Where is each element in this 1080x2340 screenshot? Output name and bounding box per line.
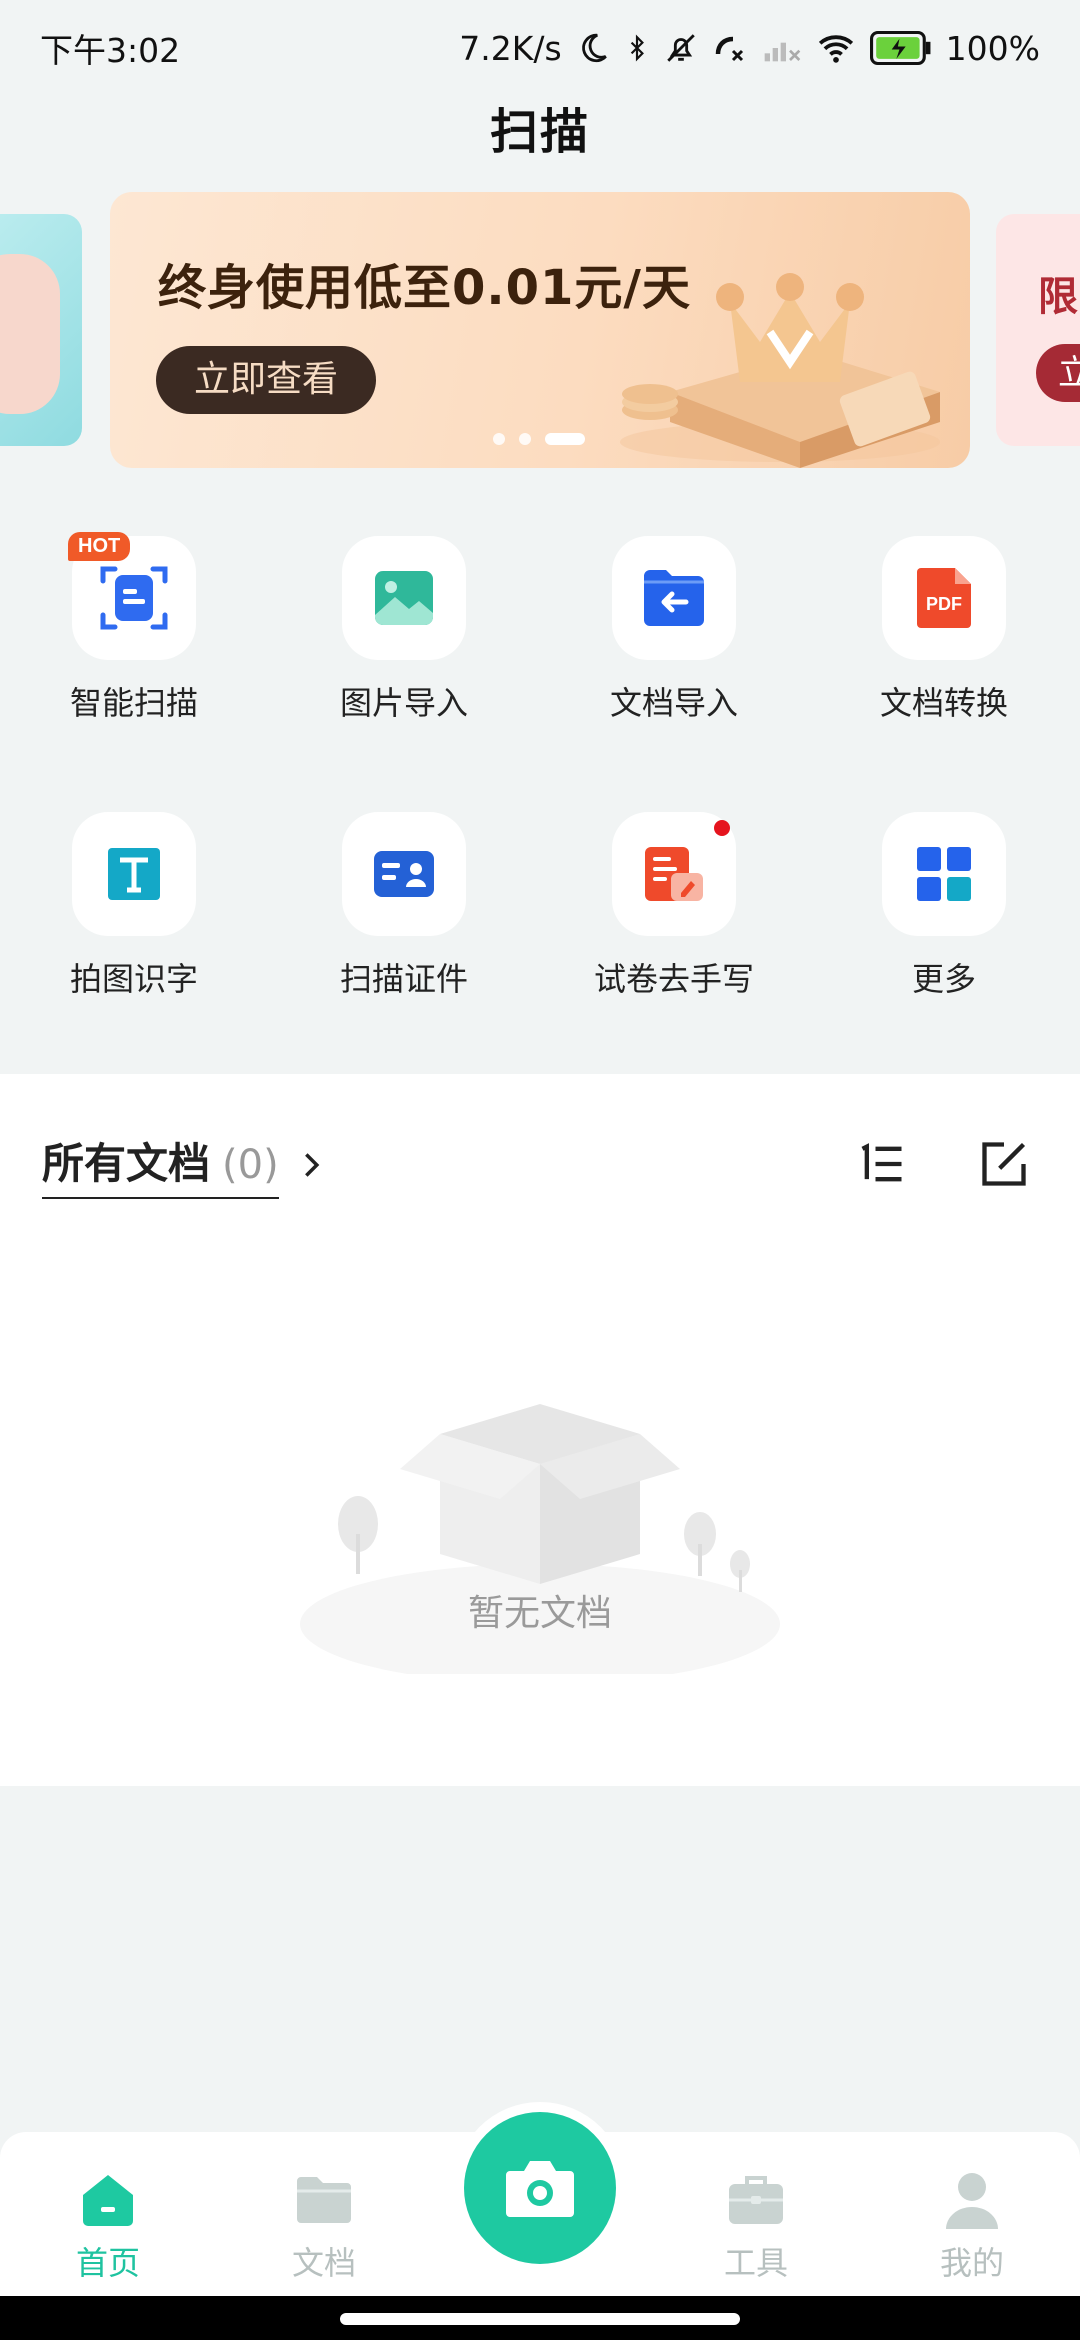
feature-tile[interactable]: PDF (882, 536, 1006, 660)
feature-smart-scan[interactable]: HOT 智能扫描 (34, 532, 234, 724)
carousel-indicator (493, 433, 585, 445)
id-scan-icon (374, 851, 434, 897)
svg-text:PDF: PDF (926, 594, 962, 614)
banner-prev-slide[interactable] (0, 214, 82, 446)
camera-button-container (454, 2102, 626, 2274)
document-import-icon (644, 570, 704, 626)
edit-icon[interactable] (978, 1138, 1030, 1190)
page-title: 扫描 (489, 104, 590, 160)
feature-label: 图片导入 (339, 684, 468, 722)
feature-more[interactable]: 更多 (844, 812, 1044, 1000)
erase-handwriting-icon (645, 847, 703, 901)
next-slide-button: 立 (1036, 344, 1080, 402)
hand-illustration (0, 254, 60, 414)
toolbox-icon (724, 2168, 788, 2232)
battery-icon (869, 28, 932, 68)
next-slide-text: 限 (1038, 274, 1078, 320)
nav-documents[interactable]: 文档 (254, 2168, 394, 2284)
status-bar: 下午3:02 7.2K/s 100% (0, 0, 1080, 96)
nav-home[interactable]: 首页 (38, 2168, 178, 2284)
all-documents-link[interactable]: 所有文档 (0) (42, 1130, 325, 1199)
feature-tile[interactable] (612, 812, 736, 936)
carousel-dot (519, 433, 531, 445)
feature-label: 试卷去手写 (593, 960, 754, 998)
profile-icon (940, 2168, 1004, 2232)
nav-tools[interactable]: 工具 (686, 2168, 826, 2284)
vip-crown-illustration (620, 273, 940, 468)
feature-id-scan[interactable]: 扫描证件 (304, 812, 504, 1000)
signal-icon (762, 28, 802, 68)
feature-tile[interactable] (882, 812, 1006, 936)
feature-tile[interactable]: HOT (68, 532, 196, 660)
text-recognition-icon (108, 848, 160, 900)
feature-tile[interactable] (342, 812, 466, 936)
feature-label: 拍图识字 (69, 960, 198, 998)
feature-label: 扫描证件 (339, 960, 468, 998)
chevron-right-icon (304, 1152, 319, 1177)
hot-badge: HOT (68, 532, 131, 561)
carousel-dot (493, 433, 505, 445)
documents-section: 所有文档 (0) 暂无文档 (0, 1074, 1080, 1786)
network-speed: 7.2K/s (459, 28, 562, 68)
nav-label: 文档 (291, 2244, 356, 2282)
home-icon (76, 2168, 140, 2232)
image-import-icon (375, 571, 433, 625)
call-icon (712, 28, 748, 68)
nav-label: 首页 (75, 2244, 140, 2282)
pdf-convert-icon: PDF (917, 568, 971, 628)
documents-count: (0) (222, 1142, 279, 1188)
folder-icon (292, 2168, 356, 2232)
mute-bell-icon (664, 28, 698, 68)
nav-label: 我的 (939, 2244, 1004, 2282)
more-grid-icon (917, 847, 971, 901)
status-time: 下午3:02 (40, 31, 181, 70)
notification-dot (714, 820, 730, 836)
feature-text-recognition[interactable]: 拍图识字 (34, 812, 234, 1000)
moon-icon (576, 28, 610, 68)
feature-tile[interactable] (72, 812, 196, 936)
nav-label: 工具 (723, 2244, 788, 2282)
nav-profile[interactable]: 我的 (902, 2168, 1042, 2284)
feature-label: 更多 (911, 960, 976, 998)
feature-image-import[interactable]: 图片导入 (304, 536, 504, 724)
feature-label: 文档导入 (609, 684, 738, 722)
home-indicator[interactable] (340, 2313, 740, 2325)
view-now-button[interactable]: 立即查看 (156, 346, 376, 414)
bluetooth-icon (624, 28, 650, 68)
documents-title: 所有文档 (0) (42, 1130, 279, 1199)
camera-button[interactable] (464, 2112, 616, 2264)
documents-title-text: 所有文档 (42, 1139, 211, 1188)
feature-label: 智能扫描 (69, 684, 198, 722)
carousel-dot-active (545, 433, 585, 445)
feature-tile[interactable] (612, 536, 736, 660)
feature-label: 文档转换 (879, 684, 1008, 722)
feature-tile[interactable] (342, 536, 466, 660)
banner-next-slide[interactable]: 限 立 (996, 214, 1080, 446)
battery-percent: 100% (945, 28, 1040, 68)
feature-document-import[interactable]: 文档导入 (574, 536, 774, 724)
camera-icon (506, 2161, 574, 2217)
smart-scan-icon (100, 566, 168, 630)
feature-pdf-convert[interactable]: PDF 文档转换 (844, 536, 1044, 724)
sort-list-icon[interactable] (856, 1138, 908, 1190)
empty-state-text: 暂无文档 (467, 1593, 612, 1634)
status-indicators: 7.2K/s 100% (459, 28, 1040, 68)
documents-actions (856, 1138, 1030, 1190)
wifi-icon (816, 28, 856, 68)
feature-erase-handwriting[interactable]: 试卷去手写 (574, 812, 774, 1000)
promo-banner[interactable]: 终身使用低至0.01元/天 立即查看 (110, 192, 970, 468)
